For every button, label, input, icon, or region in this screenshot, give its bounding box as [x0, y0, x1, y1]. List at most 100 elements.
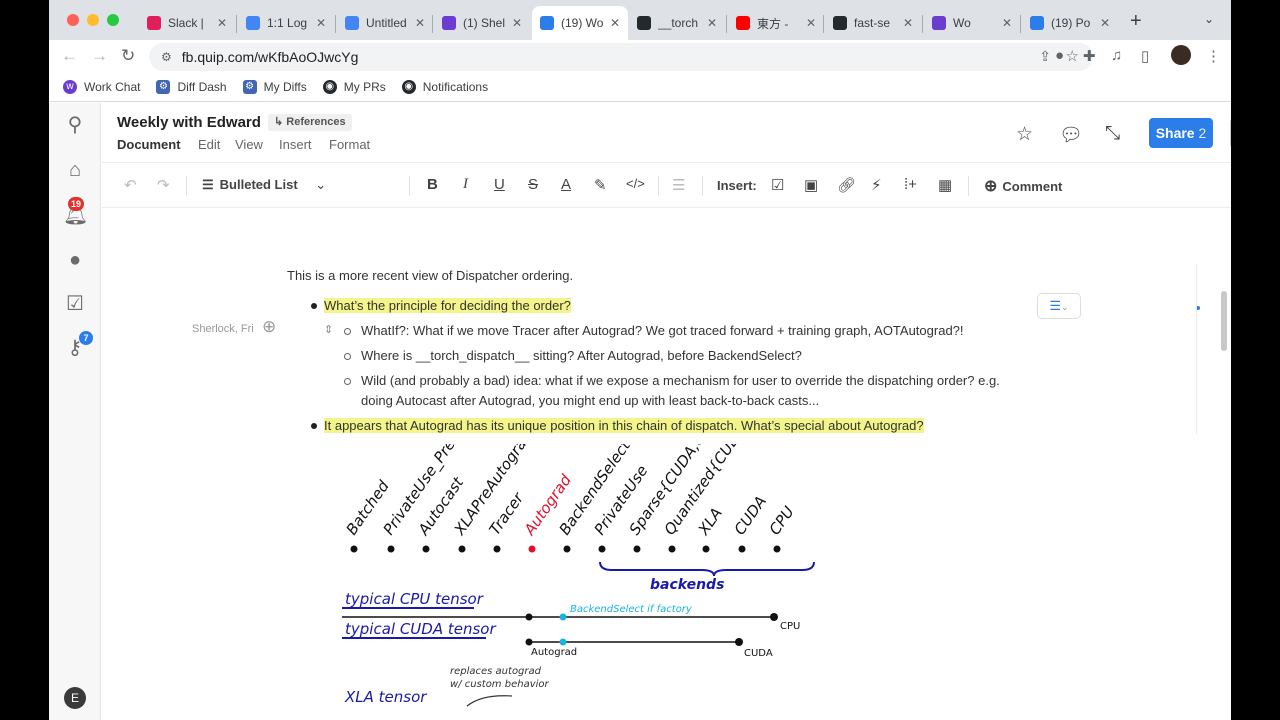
browser-tab[interactable]: 東方 - ✕	[728, 8, 824, 38]
redo-icon[interactable]: ↷	[157, 176, 170, 194]
minimize-window-button[interactable]	[87, 14, 99, 26]
scrollbar-thumb[interactable]	[1221, 291, 1227, 351]
comment-button[interactable]: ⊕ Comment	[984, 176, 1062, 196]
share-page-icon[interactable]: ⇪	[1039, 48, 1051, 65]
tab-close-icon[interactable]: ✕	[316, 16, 326, 30]
subitem-torch-dispatch[interactable]: Where is __torch_dispatch__ sitting? Aft…	[361, 348, 802, 363]
forward-arrow-icon[interactable]: →	[91, 46, 108, 66]
checklist-icon[interactable]: ☑	[771, 176, 784, 194]
browser-tab[interactable]: Wo ✕	[924, 8, 1020, 38]
browser-tab[interactable]: Untitled ✕	[337, 8, 433, 38]
tab-close-icon[interactable]: ✕	[415, 16, 425, 30]
subitem-wild-idea-line1[interactable]: Wild (and probably a bad) idea: what if …	[361, 373, 1000, 388]
browser-tab[interactable]: Slack | ✕	[139, 8, 235, 38]
bold-button[interactable]: B	[427, 176, 438, 193]
italic-button[interactable]: I	[463, 176, 468, 193]
tab-label: Wo	[953, 16, 971, 30]
address-bar[interactable]: ⚙ fb.quip.com/wKfbAoOJwcYg ⇪ ☆	[149, 43, 1093, 71]
reload-icon[interactable]: ↻	[121, 46, 135, 66]
bookmark-diff-dash[interactable]: ⚙ Diff Dash	[156, 79, 227, 94]
dispatch-key-dot	[458, 545, 466, 553]
menu-document[interactable]: Document	[117, 137, 181, 152]
compose-icon[interactable]: ✎	[1230, 118, 1231, 148]
bookmark-star-icon[interactable]: ☆	[1066, 47, 1079, 65]
comment-author[interactable]: Sherlock, Fri	[192, 323, 254, 335]
tab-close-icon[interactable]: ✕	[217, 16, 227, 30]
expand-icon[interactable]: ⤡	[1105, 123, 1120, 145]
browser-tab[interactable]: (1) Shel ✕	[434, 8, 530, 38]
search-icon[interactable]: ⚲	[63, 113, 87, 137]
dispatch-keys: BatchedPrivateUse_PreAutogradAutocastXLA…	[343, 444, 798, 553]
favorite-star-icon[interactable]: ☆	[1016, 123, 1033, 146]
text-color-icon[interactable]: A	[561, 176, 571, 193]
tab-close-icon[interactable]: ✕	[512, 16, 522, 30]
bullet-autograd[interactable]: It appears that Autograd has its unique …	[324, 418, 924, 433]
menu-insert[interactable]: Insert	[279, 137, 312, 152]
maximize-window-button[interactable]	[107, 14, 119, 26]
highlight-pen-icon[interactable]: ✎	[594, 176, 607, 194]
close-window-button[interactable]	[67, 14, 79, 26]
bullet-principle[interactable]: What’s the principle for deciding the or…	[324, 298, 571, 313]
media-control-icon[interactable]: ♫	[1111, 47, 1122, 64]
tab-strip: Slack | ✕ 1:1 Log ✕ Untitled ✕ (1) Shel ✕ (19) W…	[49, 0, 1231, 40]
browser-tab[interactable]: __torch ✕	[629, 8, 725, 38]
share-button[interactable]: Share 2	[1149, 118, 1213, 148]
list-options-button[interactable]: ☰⌄	[1037, 293, 1081, 319]
browser-tab[interactable]: fast-se ✕	[825, 8, 921, 38]
format-toolbar: ↶ ↷ ☰ Bulleted List ⌄ B I U S A ✎ </> ☰ I…	[102, 164, 1231, 208]
dispatch-key-dot	[350, 545, 358, 553]
live-app-bolt-icon[interactable]: ⚡︎	[871, 176, 882, 194]
new-tab-button[interactable]: +	[1130, 10, 1142, 33]
subitem-wild-idea-line2[interactable]: doing Autocast after Autograd, you might…	[361, 393, 819, 408]
checkbox-tasks-icon[interactable]: ☑	[63, 292, 87, 316]
browser-menu-icon[interactable]: ⋮	[1206, 47, 1221, 65]
bookmark-work-chat[interactable]: w Work Chat	[63, 79, 140, 94]
menu-format[interactable]: Format	[329, 137, 370, 152]
site-settings-icon[interactable]: ⚙	[161, 50, 172, 64]
tab-close-icon[interactable]: ✕	[903, 16, 913, 30]
list-style-dropdown[interactable]: ☰ Bulleted List ⌄	[202, 177, 326, 193]
align-icon[interactable]: ☰	[672, 176, 685, 194]
browser-toolbar: ← → ↻ ⚙ fb.quip.com/wKfbAoOJwcYg ⇪ ☆ ● ✚…	[49, 40, 1231, 72]
tab-search-chevron-icon[interactable]: ⌄	[1204, 12, 1214, 26]
strikethrough-button[interactable]: S	[528, 176, 538, 193]
user-avatar[interactable]: E	[64, 687, 86, 709]
references-chip[interactable]: ↳ References	[268, 114, 352, 131]
tab-close-icon[interactable]: ✕	[1100, 16, 1110, 30]
browser-tab[interactable]: (19) Wo ✕	[532, 6, 628, 40]
browser-tab[interactable]: (19) Po ✕	[1022, 8, 1118, 38]
chat-bubble-icon[interactable]: ●	[63, 248, 87, 272]
bookmark-notifications[interactable]: ◉ Notifications	[401, 79, 488, 94]
tab-close-icon[interactable]: ✕	[806, 16, 816, 30]
document-title[interactable]: Weekly with Edward	[117, 114, 261, 131]
menu-edit[interactable]: Edit	[198, 137, 220, 152]
extensions-puzzle-icon[interactable]: ✚	[1083, 47, 1096, 65]
underline-button[interactable]: U	[494, 176, 505, 193]
tab-close-icon[interactable]: ✕	[610, 16, 620, 30]
add-comment-icon[interactable]: ⊕	[262, 317, 276, 337]
browser-tab[interactable]: 1:1 Log ✕	[238, 8, 334, 38]
side-panel-icon[interactable]: ▯	[1141, 47, 1149, 65]
tab-close-icon[interactable]: ✕	[707, 16, 717, 30]
profile-avatar[interactable]	[1171, 45, 1191, 65]
home-icon[interactable]: ⌂	[63, 158, 87, 182]
back-arrow-icon[interactable]: ←	[61, 46, 78, 66]
bookmark-my-diffs[interactable]: ⚙ My Diffs	[242, 79, 307, 94]
extension-nightwatch-icon[interactable]: ●	[1055, 47, 1064, 64]
github-icon: ◉	[322, 79, 337, 94]
collapse-toggle-icon[interactable]: ⇕	[324, 323, 333, 336]
table-icon[interactable]: ▦	[938, 176, 952, 194]
code-icon[interactable]: </>	[626, 176, 645, 191]
undo-icon[interactable]: ↶	[124, 176, 137, 194]
subitem-whatif[interactable]: WhatIf?: What if we move Tracer after Au…	[361, 323, 964, 338]
list-icon: ☰	[1049, 298, 1062, 313]
conversation-icon[interactable]: 💬︎	[1059, 123, 1083, 147]
insert-more-icon[interactable]: ⁞+	[904, 176, 917, 193]
menu-view[interactable]: View	[235, 137, 263, 152]
link-icon[interactable]: 🔗︎	[837, 176, 856, 194]
dispatch-key-label: XLA	[694, 504, 726, 539]
tab-close-icon[interactable]: ✕	[1002, 16, 1012, 30]
intro-paragraph[interactable]: This is a more recent view of Dispatcher…	[287, 268, 573, 283]
image-icon[interactable]: ▣	[804, 176, 818, 194]
bookmark-my-prs[interactable]: ◉ My PRs	[322, 79, 386, 94]
